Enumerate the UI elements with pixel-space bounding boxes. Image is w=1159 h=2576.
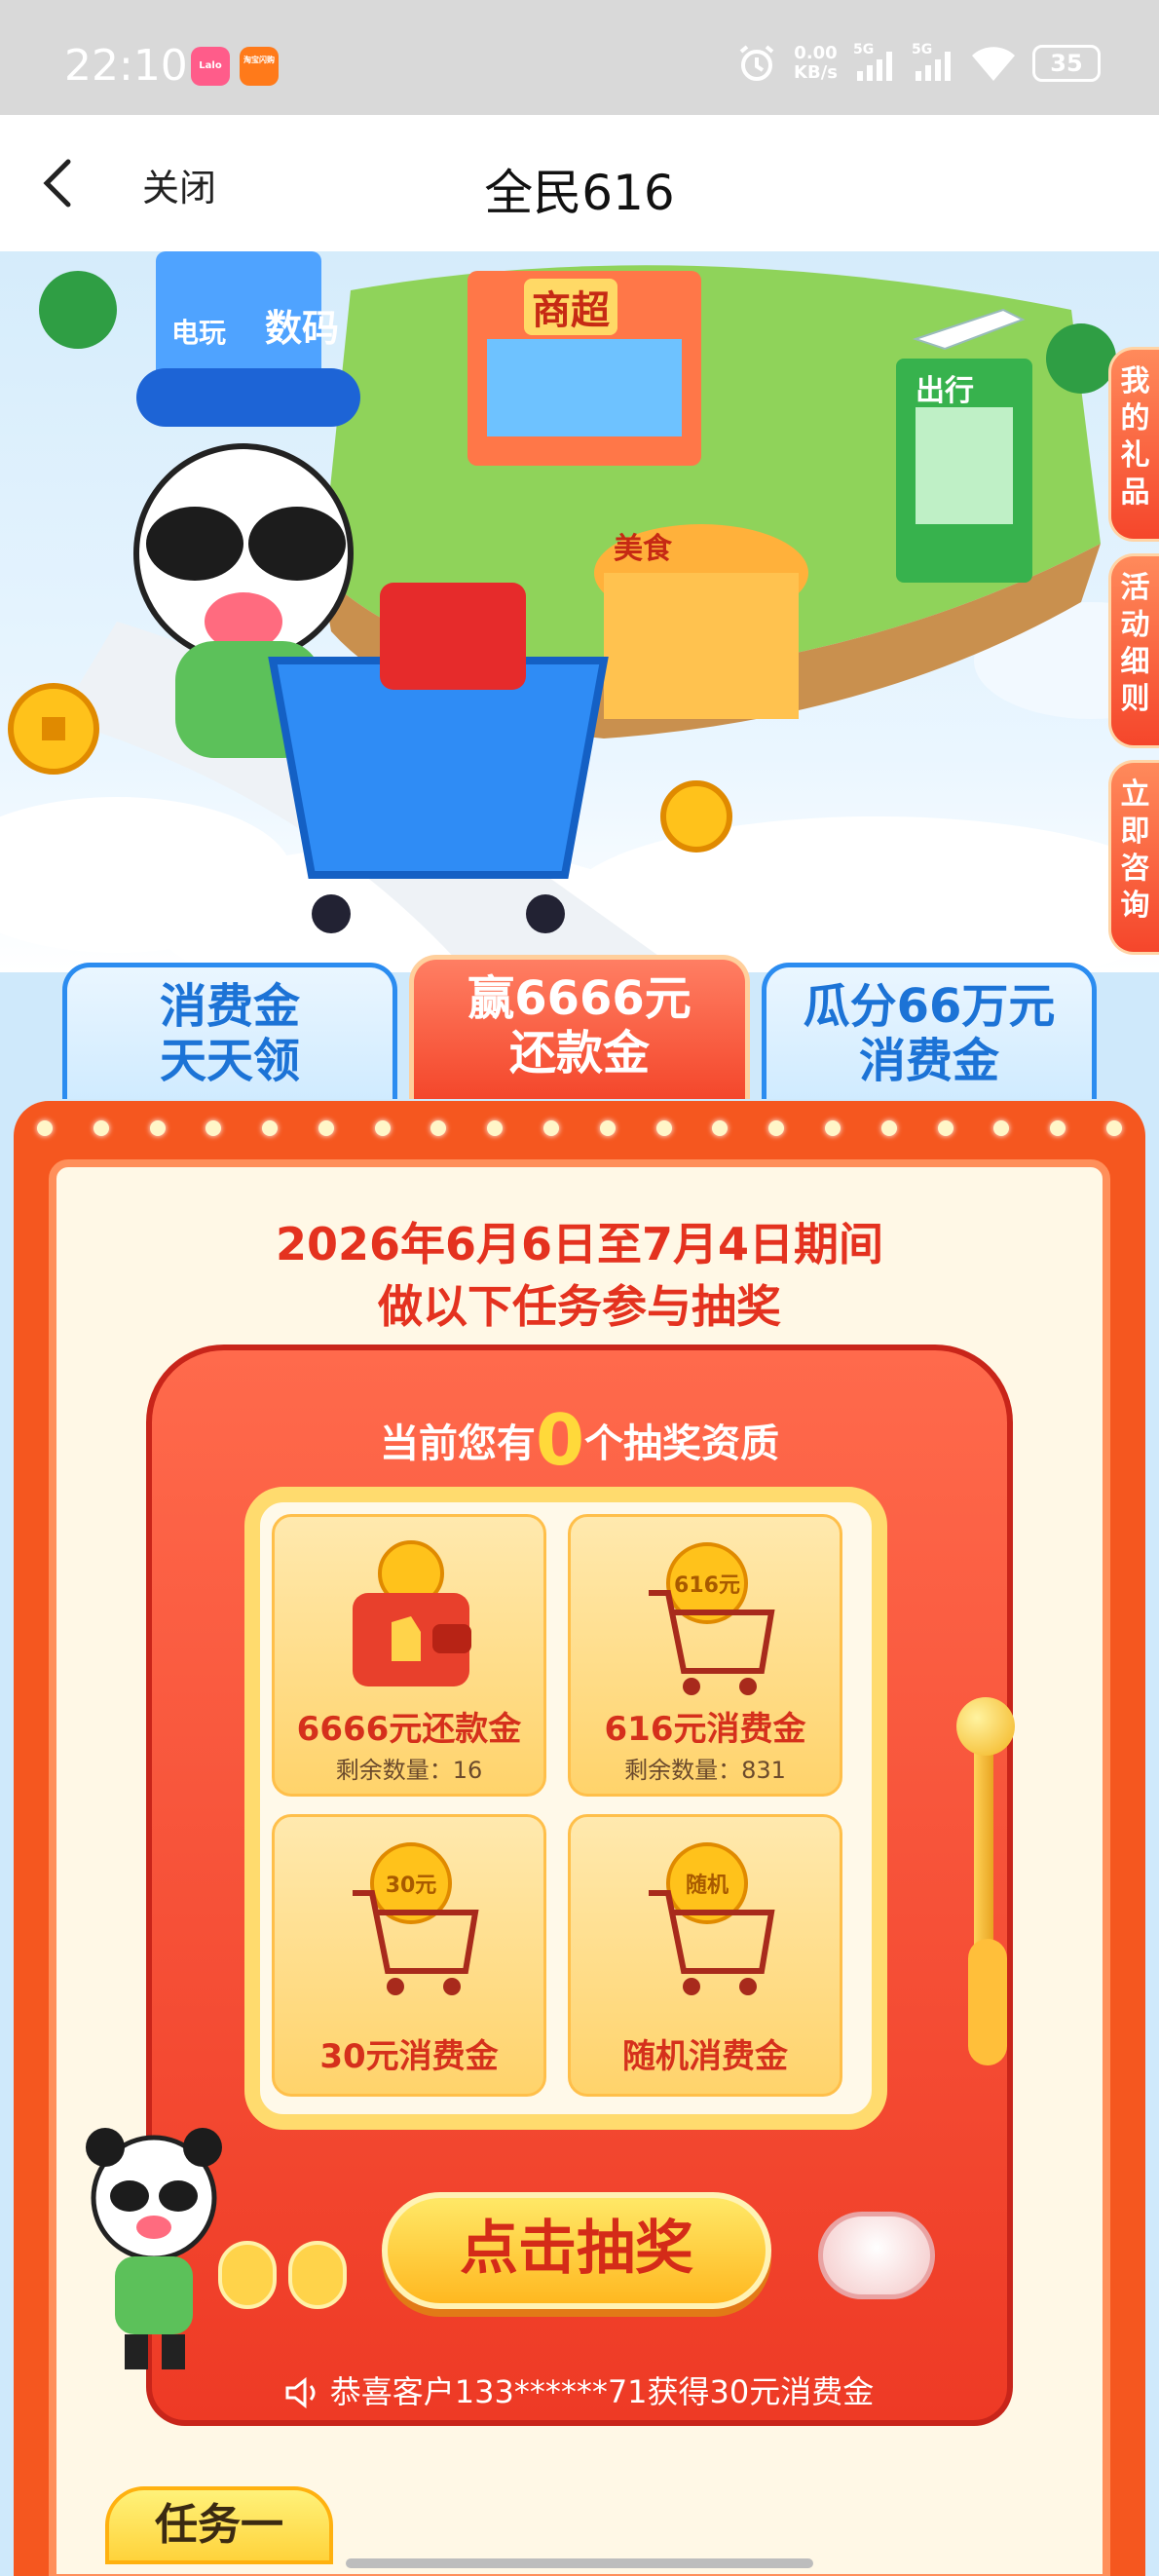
city-illustration — [0, 251, 1159, 972]
battery-indicator: 35 — [1032, 45, 1101, 82]
net-speed: 0.00 KB/s — [794, 43, 838, 83]
marquee-lights — [37, 1109, 1122, 1148]
nav-bar: 关闭 全民616 — [0, 115, 1159, 251]
lever-base — [968, 1939, 1007, 2065]
page-title: 全民616 — [484, 165, 675, 221]
prize-name: 随机消费金 — [622, 2037, 788, 2076]
prize-card: 随机 随机消费金 — [568, 1814, 842, 2097]
wifi-icon — [972, 47, 1015, 81]
decor-button-right — [818, 2212, 935, 2299]
status-bar: 22:10 Lalo 淘宝闪购 0.00 KB/s 5G 5G 35 — [0, 0, 1159, 115]
sign-dianwan: 电玩 — [171, 317, 227, 349]
prize-card: 616元 616元消费金 剩余数量：831 — [568, 1514, 842, 1797]
side-tab-consult[interactable]: 立即咨询 — [1108, 760, 1159, 955]
coin-label: 30元 — [385, 1874, 437, 1898]
sign-meishi: 美食 — [614, 532, 672, 566]
status-right: 0.00 KB/s 5G 5G 35 — [735, 39, 1101, 88]
sign-shangchao: 商超 — [524, 279, 617, 335]
decor-button-left-2 — [288, 2241, 347, 2309]
prize-name: 30元消费金 — [319, 2037, 499, 2076]
status-time: 22:10 — [64, 41, 188, 91]
activity-tabs: 消费金 天天领 赢6666元 还款金 瓜分66万元 消费金 — [0, 955, 1159, 1104]
wallet-icon — [353, 1540, 471, 1686]
hero-banner: 数码 电玩 商超 美食 出行 我的礼品 活动细则 立即咨询 — [0, 251, 1159, 972]
prize-remaining: 剩余数量：831 — [624, 1757, 786, 1784]
activity-period: 2026年6月6日至7月4日期间 做以下任务参与抽奖 — [275, 1218, 884, 1333]
prize-remaining: 剩余数量：16 — [335, 1757, 483, 1784]
tab-share-pool[interactable]: 瓜分66万元 消费金 — [762, 963, 1097, 1099]
taobao-shangou-app-icon: 淘宝闪购 — [240, 47, 279, 86]
cart-coin-icon — [649, 1842, 775, 1995]
side-tab-my-gifts[interactable]: 我的礼品 — [1108, 347, 1159, 542]
prize-card: 30元 30元消费金 — [272, 1814, 546, 2097]
winner-notice: 恭喜客户133******71获得30元消费金 — [185, 2360, 974, 2424]
prize-screen: 6666元还款金 剩余数量：16 616元 616元消费金 剩余数量：831 3… — [244, 1487, 887, 2130]
alarm-icon — [739, 45, 774, 81]
prize-name: 616元消费金 — [604, 1710, 806, 1749]
draw-button[interactable]: 点击抽奖 — [382, 2192, 771, 2309]
signal-bars-icon — [916, 52, 951, 81]
coin-label: 616元 — [674, 1573, 740, 1598]
lalo-app-icon: Lalo — [191, 47, 230, 86]
prize-card: 6666元还款金 剩余数量：16 — [272, 1514, 546, 1797]
signal-1: 5G — [853, 42, 896, 85]
coin-label: 随机 — [685, 1874, 729, 1898]
tab-win-repayment[interactable]: 赢6666元 还款金 — [409, 955, 750, 1099]
cart-coin-icon — [353, 1842, 479, 1995]
draw-qualification: 当前您有0个抽奖资质 — [379, 1399, 780, 1481]
task-one-tag: 任务一 — [105, 2486, 333, 2564]
side-tab-rules[interactable]: 活动细则 — [1108, 553, 1159, 748]
speaker-icon — [285, 2376, 316, 2409]
panda-mascot — [86, 2128, 222, 2369]
prize-name: 6666元还款金 — [296, 1710, 522, 1749]
lever-knob[interactable] — [956, 1697, 1015, 1756]
signal-2: 5G — [912, 42, 954, 85]
tab-daily-consumption[interactable]: 消费金 天天领 — [62, 963, 397, 1099]
signal-bars-icon — [857, 52, 892, 81]
cart-coin-icon — [649, 1542, 775, 1695]
qualification-count: 0 — [535, 1399, 585, 1481]
sign-shuma: 数码 — [265, 307, 340, 350]
sign-chuxing: 出行 — [916, 374, 974, 408]
home-indicator[interactable] — [346, 2558, 813, 2568]
